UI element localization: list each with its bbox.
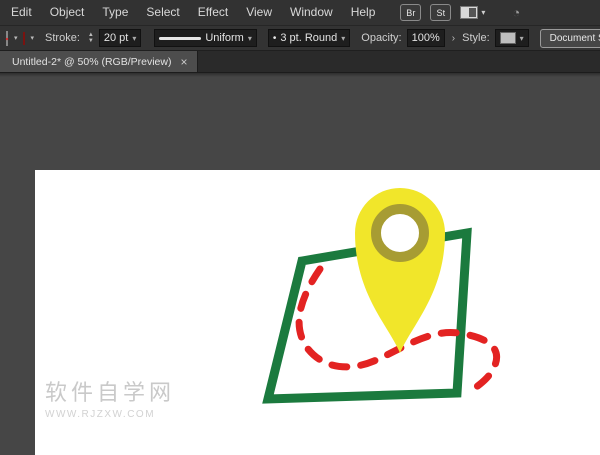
- illustrator-window: Edit Object Type Select Effect View Wind…: [0, 0, 600, 455]
- menu-effect[interactable]: Effect: [189, 0, 237, 25]
- document-tab-bar: Untitled-2* @ 50% (RGB/Preview) ×: [0, 51, 600, 73]
- menu-window[interactable]: Window: [281, 0, 342, 25]
- menu-bar: Edit Object Type Select Effect View Wind…: [0, 0, 600, 26]
- fill-none-swatch[interactable]: [6, 31, 8, 46]
- opacity-label: Opacity:: [361, 32, 401, 44]
- menu-view[interactable]: View: [237, 0, 281, 25]
- menu-select[interactable]: Select: [137, 0, 188, 25]
- workspace-icon[interactable]: ◔: [512, 5, 520, 20]
- style-label: Style:: [462, 32, 490, 44]
- artboard[interactable]: 软件自学网 WWW.RJZXW.COM: [35, 170, 600, 455]
- document-setup-button[interactable]: Document Setup: [540, 29, 600, 48]
- opacity-value: 100%: [412, 32, 440, 44]
- document-tab-title: Untitled-2* @ 50% (RGB/Preview): [12, 56, 171, 68]
- watermark: 软件自学网 WWW.RJZXW.COM: [45, 375, 175, 420]
- watermark-text-url: WWW.RJZXW.COM: [45, 409, 175, 420]
- control-bar: ▾ ▾ Stroke: ▲▼ 20 pt ▾ Uniform ▾ • 3 pt.…: [0, 26, 600, 51]
- brush-name: 3 pt. Round: [280, 32, 337, 44]
- width-profile-dropdown[interactable]: Uniform ▾: [154, 29, 257, 47]
- stroke-weight-stepper[interactable]: ▲▼: [88, 32, 94, 44]
- style-dropdown[interactable]: ▾: [495, 29, 529, 47]
- document-tab[interactable]: Untitled-2* @ 50% (RGB/Preview) ×: [0, 51, 198, 72]
- stock-icon[interactable]: St: [430, 4, 451, 21]
- stroke-weight-value: 20 pt: [104, 32, 128, 44]
- chevron-down-icon: ▾: [341, 34, 345, 43]
- menu-help[interactable]: Help: [342, 0, 385, 25]
- opacity-field[interactable]: 100%: [407, 29, 445, 47]
- arrange-documents-glyph: [460, 6, 478, 19]
- chevron-more-icon[interactable]: ›: [452, 33, 455, 44]
- canvas-area[interactable]: 软件自学网 WWW.RJZXW.COM: [0, 73, 600, 455]
- arrange-documents-icon[interactable]: ▾: [460, 6, 485, 19]
- uniform-width-line-icon: [159, 37, 201, 40]
- chevron-down-icon[interactable]: ▾: [31, 34, 35, 42]
- stroke-weight-field[interactable]: 20 pt ▾: [99, 29, 141, 47]
- chevron-down-icon: ▾: [481, 8, 485, 17]
- style-swatch-icon: [500, 32, 516, 44]
- menu-object[interactable]: Object: [41, 0, 94, 25]
- watermark-text-cn: 软件自学网: [45, 375, 175, 407]
- chevron-down-icon: ▾: [520, 34, 524, 43]
- chevron-down-icon: ▾: [132, 34, 136, 43]
- chevron-down-icon: ▾: [248, 34, 252, 43]
- menu-edit[interactable]: Edit: [2, 0, 41, 25]
- stroke-color-swatch[interactable]: [23, 32, 25, 45]
- brush-dropdown[interactable]: • 3 pt. Round ▾: [268, 29, 350, 47]
- bridge-icon[interactable]: Br: [400, 4, 421, 21]
- stroke-label: Stroke:: [45, 32, 80, 44]
- brush-dot-icon: •: [273, 33, 277, 44]
- close-icon[interactable]: ×: [180, 56, 187, 68]
- menu-type[interactable]: Type: [93, 0, 137, 25]
- menubar-icon-group: Br St ▾ ◔: [400, 4, 520, 21]
- width-profile-value: Uniform: [205, 32, 244, 44]
- chevron-down-icon[interactable]: ▾: [14, 34, 18, 42]
